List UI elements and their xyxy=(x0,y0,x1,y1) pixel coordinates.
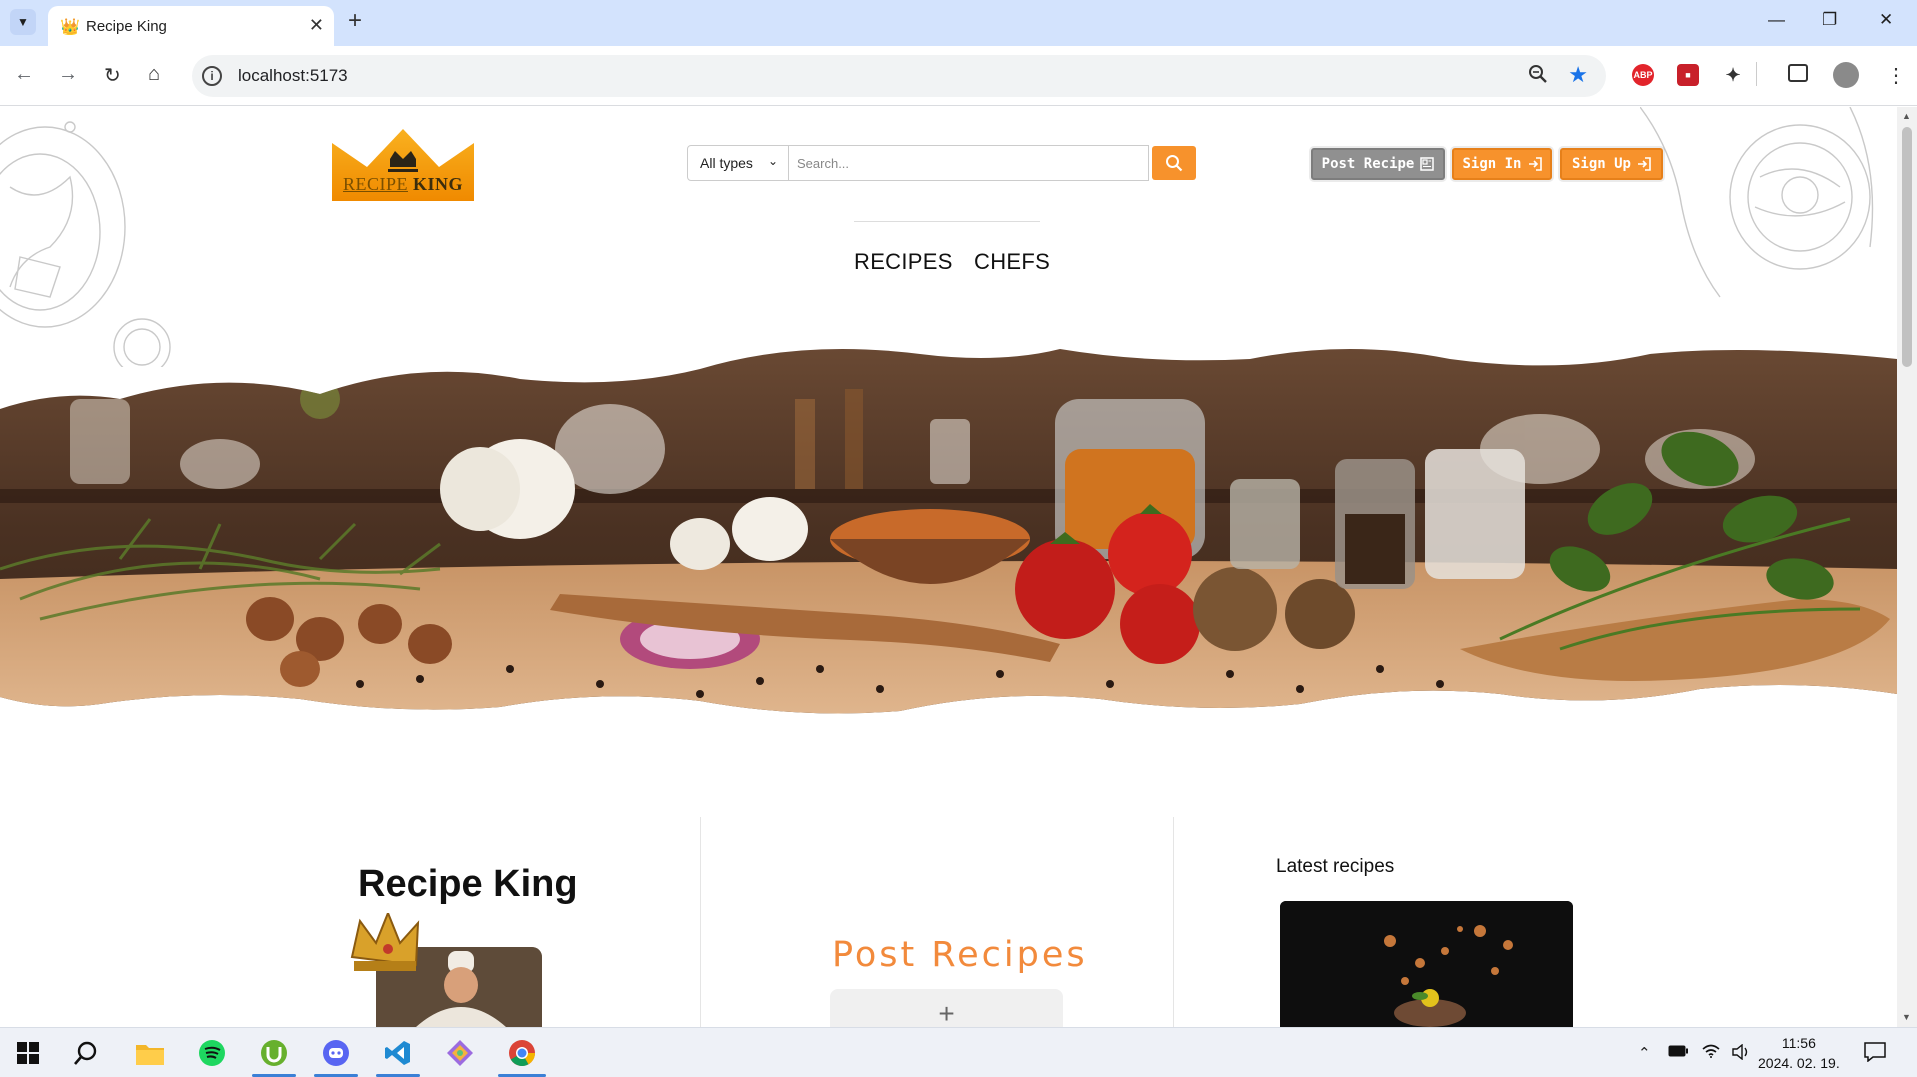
scroll-up-arrow-icon[interactable]: ▲ xyxy=(1902,111,1911,121)
sign-up-arrow-icon xyxy=(1638,157,1651,171)
search-input[interactable]: Search... xyxy=(789,145,1149,181)
windows-start-icon[interactable] xyxy=(12,1037,44,1069)
sign-in-arrow-icon xyxy=(1528,157,1542,171)
site-info-icon[interactable]: i xyxy=(202,66,222,86)
latest-recipes-heading: Latest recipes xyxy=(1276,856,1395,877)
file-explorer-icon[interactable] xyxy=(134,1037,166,1069)
forward-arrow-icon[interactable]: → xyxy=(58,63,78,86)
add-recipe-button[interactable]: + xyxy=(830,989,1063,1027)
post-recipe-button[interactable]: Post Recipe xyxy=(1311,148,1445,180)
column-divider-left xyxy=(700,817,701,1027)
volume-icon[interactable] xyxy=(1732,1043,1750,1064)
wifi-icon[interactable] xyxy=(1702,1044,1720,1062)
column-divider-right xyxy=(1173,817,1174,1027)
search-icon xyxy=(1166,155,1183,172)
notifications-icon[interactable] xyxy=(1864,1042,1886,1066)
browser-toolbar: ← → ↻ ⌂ i localhost:5173 ★ ABP ■ ✦ ⋮ xyxy=(0,46,1917,106)
address-url[interactable]: localhost:5173 xyxy=(238,66,348,86)
tray-overflow-chevron-icon[interactable]: ⌃ xyxy=(1638,1044,1651,1062)
taskbar-search-icon[interactable] xyxy=(70,1037,102,1069)
extension-red-icon[interactable]: ■ xyxy=(1677,64,1699,86)
sign-up-button[interactable]: Sign Up xyxy=(1560,148,1663,180)
toolbar-divider xyxy=(1756,62,1757,86)
browser-tab-active[interactable]: 👑 Recipe King ✕ xyxy=(48,6,334,46)
post-recipe-label: Post Recipe xyxy=(1321,156,1415,172)
sign-up-label: Sign Up xyxy=(1571,156,1631,172)
vscode-icon[interactable] xyxy=(382,1037,414,1069)
type-select-value: All types xyxy=(700,155,753,171)
kebab-menu-icon[interactable]: ⋮ xyxy=(1886,63,1906,88)
search-placeholder: Search... xyxy=(797,156,850,171)
zoom-icon[interactable] xyxy=(1528,64,1548,90)
utorrent-icon[interactable] xyxy=(258,1037,290,1069)
recipe-king-logo[interactable]: RECIPE KING xyxy=(332,129,474,201)
windows-taskbar: ⌃ 11:56 2024. 02. 19. xyxy=(0,1027,1917,1077)
nav-divider-line xyxy=(854,221,1040,222)
food-sketch-right-decoration xyxy=(1640,107,1874,298)
web-page: RECIPE KING All types ⌄ Search... Post R… xyxy=(0,107,1897,1027)
post-recipes-heading: Post Recipes xyxy=(832,935,1088,975)
close-tab-icon[interactable]: ✕ xyxy=(309,15,324,36)
scroll-down-arrow-icon[interactable]: ▼ xyxy=(1902,1012,1911,1022)
back-arrow-icon[interactable]: ← xyxy=(14,63,34,86)
logo-word-king: KING xyxy=(413,174,464,194)
scrollbar-thumb[interactable] xyxy=(1902,127,1912,367)
home-icon[interactable]: ⌂ xyxy=(148,63,160,86)
food-sketch-left-decoration xyxy=(0,121,171,367)
nav-link-recipes[interactable]: RECIPES xyxy=(854,249,953,275)
plus-icon: + xyxy=(938,998,955,1027)
close-window-icon[interactable]: ✕ xyxy=(1879,10,1893,30)
clock-date: 2024. 02. 19. xyxy=(1758,1055,1840,1071)
browser-tab-bar: ▼ 👑 Recipe King ✕ + — ❐ ✕ xyxy=(0,0,1917,46)
git-tool-icon[interactable] xyxy=(444,1037,476,1069)
logo-word-recipe: RECIPE xyxy=(342,174,408,194)
taskbar-clock[interactable]: 11:56 2024. 02. 19. xyxy=(1758,1033,1840,1073)
restore-window-icon[interactable]: ❐ xyxy=(1822,10,1837,30)
brand-heading: Recipe King xyxy=(358,863,578,905)
new-tab-button[interactable]: + xyxy=(348,9,362,33)
sign-in-button[interactable]: Sign In xyxy=(1452,148,1552,180)
battery-icon[interactable] xyxy=(1668,1044,1688,1061)
search-button[interactable] xyxy=(1152,146,1196,180)
crown-favicon-icon: 👑 xyxy=(60,19,80,36)
adblock-plus-icon[interactable]: ABP xyxy=(1632,64,1654,86)
spotify-icon[interactable] xyxy=(196,1037,228,1069)
search-bar: All types ⌄ Search... xyxy=(687,145,1196,181)
chevron-down-icon: ▼ xyxy=(17,15,29,29)
tab-title: Recipe King xyxy=(86,18,167,35)
recipe-type-select[interactable]: All types ⌄ xyxy=(687,145,789,181)
latest-recipe-image[interactable] xyxy=(1280,901,1573,1027)
discord-icon[interactable] xyxy=(320,1037,352,1069)
nav-link-chefs[interactable]: CHEFS xyxy=(974,249,1050,275)
minimize-window-icon[interactable]: — xyxy=(1768,10,1785,30)
hero-kitchen-banner xyxy=(0,349,1897,714)
logo-wordmark: RECIPE KING xyxy=(332,174,474,195)
profile-avatar[interactable] xyxy=(1833,62,1859,88)
reload-icon[interactable]: ↻ xyxy=(104,63,121,88)
side-panel-icon[interactable] xyxy=(1788,64,1808,82)
tab-search-button[interactable]: ▼ xyxy=(10,9,36,35)
bookmark-star-icon[interactable]: ★ xyxy=(1568,62,1588,88)
clock-time: 11:56 xyxy=(1781,1035,1816,1051)
crown-icon xyxy=(350,913,420,971)
chrome-icon[interactable] xyxy=(506,1037,538,1069)
chevron-down-icon: ⌄ xyxy=(767,154,778,168)
sign-in-label: Sign In xyxy=(1462,156,1522,172)
extensions-puzzle-icon[interactable]: ✦ xyxy=(1722,64,1744,86)
recipe-card-icon xyxy=(1420,157,1435,171)
page-scrollbar[interactable]: ▲ ▼ xyxy=(1897,107,1917,1027)
address-bar[interactable]: i localhost:5173 ★ xyxy=(192,55,1606,97)
